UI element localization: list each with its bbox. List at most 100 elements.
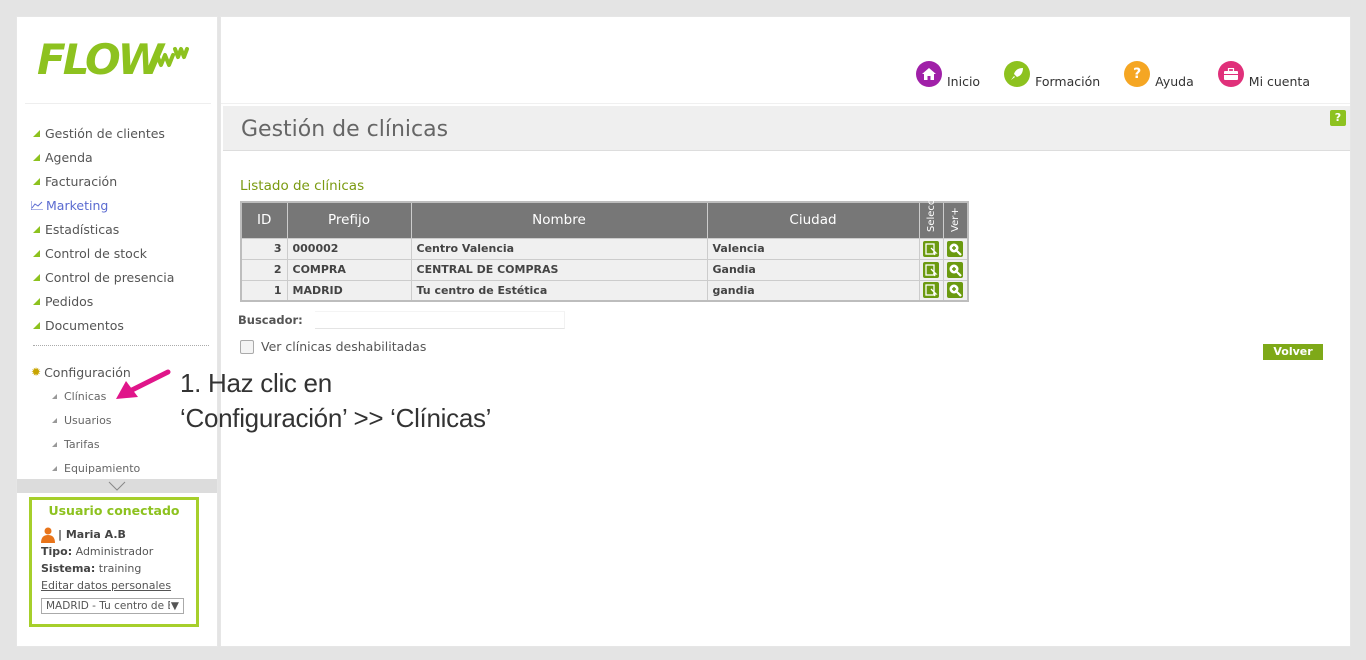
triangle-icon: [52, 441, 57, 447]
menu-item-label: Control de stock: [45, 245, 147, 261]
nav-label: Inicio: [947, 74, 981, 89]
table-header-row: ID Prefijo Nombre Ciudad Selecci Ver+: [240, 197, 968, 239]
user-type-label: Tipo:: [41, 545, 73, 558]
search-row: Buscador:: [238, 311, 565, 329]
user-system-label: Sistema:: [41, 562, 96, 575]
triangle-icon: [52, 417, 57, 423]
column-header-ciudad[interactable]: Ciudad: [706, 201, 920, 239]
menu-expand-bar[interactable]: [17, 479, 217, 493]
select-icon[interactable]: [923, 282, 939, 299]
triangle-icon: [33, 225, 40, 233]
checkbox-label: Ver clínicas deshabilitadas: [261, 339, 427, 354]
nav-mi-cuenta[interactable]: Mi cuenta: [1217, 61, 1310, 89]
select-icon[interactable]: [923, 240, 939, 257]
briefcase-icon: [1217, 61, 1244, 87]
user-system-row: Sistema: training: [41, 560, 187, 577]
clinic-select[interactable]: MADRID - Tu centro de Estética ▼: [41, 598, 184, 614]
triangle-icon: [52, 393, 57, 399]
cell-nombre: CENTRAL DE COMPRAS: [410, 258, 708, 281]
column-header-id[interactable]: ID: [240, 201, 288, 239]
flow-logo[interactable]: FLOW: [37, 35, 197, 79]
page-header: Gestión de clínicas: [223, 106, 1350, 151]
select-icon[interactable]: [923, 261, 939, 278]
rocket-icon: [1004, 61, 1031, 87]
cell-ciudad: Gandia: [706, 258, 920, 281]
menu-item-marketing[interactable]: Marketing: [31, 193, 174, 217]
page-title: Gestión de clínicas: [241, 117, 449, 142]
nav-formacion[interactable]: Formación: [1004, 61, 1100, 89]
menu-item-control-presencia[interactable]: Control de presencia: [31, 265, 174, 289]
cell-view: [942, 237, 968, 260]
cell-id: 3: [240, 237, 288, 260]
volver-button[interactable]: Volver: [1263, 344, 1323, 360]
table-row[interactable]: 2 COMPRA CENTRAL DE COMPRAS Gandia: [240, 258, 968, 281]
menu-item-label: Marketing: [46, 197, 109, 213]
clinics-table: ID Prefijo Nombre Ciudad Selecci Ver+ 3 …: [240, 197, 969, 302]
triangle-icon: [33, 177, 40, 185]
user-type-value: Administrador: [75, 545, 154, 558]
user-name-row: | Maria A.B: [41, 526, 187, 543]
show-disabled-checkbox[interactable]: [240, 339, 254, 354]
edit-profile-link[interactable]: Editar datos personales: [41, 579, 171, 592]
submenu-item-tarifas[interactable]: Tarifas: [52, 432, 140, 456]
cell-select: [918, 258, 944, 281]
table-row[interactable]: 3 000002 Centro Valencia Valencia: [240, 237, 968, 260]
triangle-icon: [52, 465, 57, 471]
column-header-prefijo[interactable]: Prefijo: [286, 201, 412, 239]
menu-item-label: Gestión de clientes: [45, 125, 165, 141]
menu-item-documentos[interactable]: Documentos: [31, 313, 174, 337]
submenu-item-label: Tarifas: [64, 437, 100, 451]
menu-item-label: Estadísticas: [45, 221, 120, 237]
menu-item-label: Documentos: [45, 317, 124, 333]
triangle-icon: [33, 129, 40, 137]
chevron-down-icon: [108, 481, 126, 491]
triangle-icon: [33, 273, 40, 281]
line-chart-icon: [31, 200, 43, 210]
help-button[interactable]: ?: [1330, 110, 1346, 126]
cell-view: [942, 279, 968, 302]
table-row[interactable]: 1 MADRID Tu centro de Estética gandia: [240, 279, 968, 302]
user-icon: [41, 527, 55, 543]
menu-item-control-stock[interactable]: Control de stock: [31, 241, 174, 265]
column-header-nombre[interactable]: Nombre: [410, 201, 708, 239]
user-box-title: Usuario conectado: [48, 503, 180, 518]
submenu-item-usuarios[interactable]: Usuarios: [52, 408, 140, 432]
dropdown-arrow-icon: ▼: [170, 600, 179, 612]
cell-id: 1: [240, 279, 288, 302]
header-divider: [221, 103, 1350, 104]
triangle-icon: [33, 297, 40, 305]
question-icon: ?: [1124, 61, 1151, 87]
clinic-select-value: MADRID - Tu centro de Estética: [46, 600, 170, 612]
menu-item-facturacion[interactable]: Facturación: [31, 169, 174, 193]
column-header-seleccionar: Selecci: [918, 197, 944, 239]
menu-divider: [33, 345, 209, 346]
cell-prefijo: COMPRA: [286, 258, 412, 281]
nav-label: Mi cuenta: [1248, 74, 1310, 89]
list-title: Listado de clínicas: [240, 178, 365, 194]
nav-ayuda[interactable]: ? Ayuda: [1124, 61, 1194, 89]
submenu-item-label: Usuarios: [64, 413, 112, 427]
nav-inicio[interactable]: Inicio: [916, 61, 981, 89]
zoom-in-icon[interactable]: [947, 282, 963, 299]
menu-item-gestion-clientes[interactable]: Gestión de clientes: [31, 121, 174, 145]
user-name: | Maria A.B: [58, 528, 126, 541]
menu-item-label: Pedidos: [45, 293, 94, 309]
menu-item-label: Agenda: [45, 149, 93, 165]
submenu-item-label: Clínicas: [64, 389, 107, 403]
zoom-in-icon[interactable]: [947, 240, 963, 257]
menu-item-label: Control de presencia: [45, 269, 175, 285]
submenu-item-equipamiento[interactable]: Equipamiento: [52, 456, 140, 480]
show-disabled-checkbox-row[interactable]: Ver clínicas deshabilitadas: [240, 339, 426, 354]
main-menu: Gestión de clientes Agenda Facturación M…: [31, 121, 174, 337]
menu-item-pedidos[interactable]: Pedidos: [31, 289, 174, 313]
triangle-icon: [33, 249, 40, 257]
cell-id: 2: [240, 258, 288, 281]
menu-item-estadisticas[interactable]: Estadísticas: [31, 217, 174, 241]
cell-prefijo: MADRID: [286, 279, 412, 302]
search-input[interactable]: [314, 311, 565, 329]
sidebar: FLOW Gestión de clientes Agenda Facturac…: [16, 16, 218, 647]
zoom-in-icon[interactable]: [947, 261, 963, 278]
annotation-line-2: ‘Configuración’ >> ‘Clínicas’: [180, 403, 492, 433]
connected-user-box: Usuario conectado | Maria A.B Tipo: Admi…: [29, 497, 199, 627]
menu-item-agenda[interactable]: Agenda: [31, 145, 174, 169]
